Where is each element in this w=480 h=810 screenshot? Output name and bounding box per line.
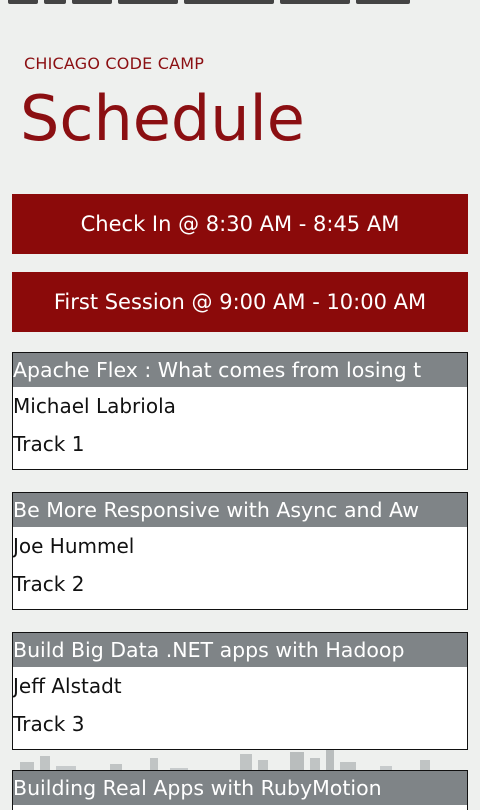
- page-title: Schedule: [20, 82, 305, 155]
- status-icon: [118, 0, 178, 4]
- session-track: Track 3: [13, 712, 85, 736]
- session-title: Be More Responsive with Async and Aw: [13, 493, 467, 527]
- session-speaker: Jeff Alstadt: [13, 674, 122, 698]
- session-card[interactable]: Building Real Apps with RubyMotion: [12, 770, 468, 810]
- check-in-button[interactable]: Check In @ 8:30 AM - 8:45 AM: [12, 194, 468, 254]
- status-icon: [72, 0, 112, 4]
- status-bar: [0, 0, 480, 8]
- status-icon: [280, 0, 350, 4]
- session-card[interactable]: Be More Responsive with Async and Aw Joe…: [12, 492, 468, 610]
- first-session-button[interactable]: First Session @ 9:00 AM - 10:00 AM: [12, 272, 468, 332]
- battery-icon: [356, 0, 410, 4]
- session-speaker: Michael Labriola: [13, 394, 176, 418]
- session-title: Build Big Data .NET apps with Hadoop: [13, 633, 467, 667]
- app-title: CHICAGO CODE CAMP: [24, 54, 205, 73]
- status-icon: [184, 0, 274, 4]
- session-card[interactable]: Apache Flex : What comes from losing t M…: [12, 352, 468, 470]
- session-speaker: Joe Hummel: [13, 534, 135, 558]
- session-track: Track 1: [13, 432, 85, 456]
- network-icon: [44, 0, 66, 4]
- session-card[interactable]: Build Big Data .NET apps with Hadoop Jef…: [12, 632, 468, 750]
- signal-icon: [8, 0, 38, 4]
- session-title: Apache Flex : What comes from losing t: [13, 353, 467, 387]
- session-track: Track 2: [13, 572, 85, 596]
